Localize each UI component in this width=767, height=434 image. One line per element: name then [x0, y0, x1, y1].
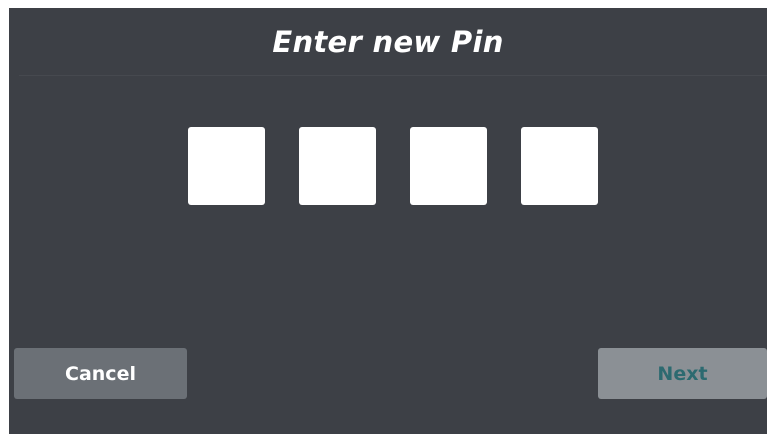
pin-digit-4[interactable]	[521, 127, 598, 205]
pin-input-row	[9, 127, 767, 205]
dialog-title: Enter new Pin	[272, 25, 504, 59]
pin-dialog: Enter new Pin Cancel Next	[9, 8, 767, 434]
pin-digit-2[interactable]	[299, 127, 376, 205]
next-button[interactable]: Next	[598, 348, 767, 399]
pin-digit-1[interactable]	[188, 127, 265, 205]
pin-digit-3[interactable]	[410, 127, 487, 205]
title-bar: Enter new Pin	[9, 8, 767, 74]
cancel-button[interactable]: Cancel	[14, 348, 187, 399]
title-divider	[19, 75, 767, 76]
